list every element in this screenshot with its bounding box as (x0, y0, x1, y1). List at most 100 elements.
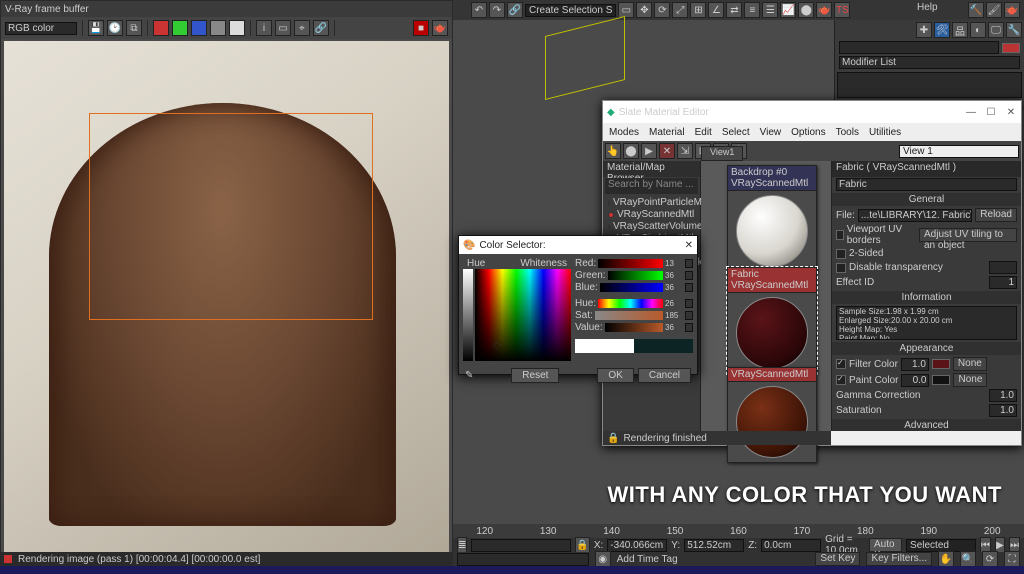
close-icon[interactable]: ✕ (685, 240, 693, 251)
undo-icon[interactable]: ↶ (471, 2, 487, 18)
redo-icon[interactable]: ↷ (489, 2, 505, 18)
gamma-spinner[interactable]: 1.0 (989, 389, 1017, 402)
stepper-icon[interactable] (685, 323, 693, 332)
hue-value[interactable]: 26 (665, 299, 683, 308)
minimize-icon[interactable]: — (965, 106, 977, 118)
orbit-icon[interactable]: ⟳ (982, 551, 998, 567)
stepper-icon[interactable] (685, 283, 693, 292)
cancel-button[interactable]: Cancel (638, 368, 691, 383)
list-item[interactable]: VRayScannedMtl (606, 209, 697, 220)
blue-channel-icon[interactable] (191, 20, 207, 36)
filter-color-checkbox[interactable] (836, 359, 846, 369)
scale-icon[interactable]: ⤢ (672, 2, 688, 18)
mono-channel-icon[interactable] (229, 20, 245, 36)
stepper-icon[interactable] (685, 311, 693, 320)
selection-set-dropdown[interactable]: Create Selection S (525, 4, 616, 17)
sme-menu-modes[interactable]: Modes (609, 127, 639, 138)
key-filters-button[interactable]: Key Filters... (866, 552, 932, 566)
hierarchy-panel-icon[interactable]: 品 (952, 22, 968, 38)
motion-panel-icon[interactable]: ◐ (970, 22, 986, 38)
timeline-ruler[interactable]: 120130140150160170180190200 (453, 524, 1024, 538)
layer-icon[interactable]: ☰ (762, 2, 778, 18)
reset-button[interactable]: Reset (511, 368, 559, 383)
paint-map-button[interactable]: None (953, 373, 987, 387)
sme-menu-tools[interactable]: Tools (836, 127, 859, 138)
ok-button[interactable]: OK (597, 368, 633, 383)
stepper-icon[interactable] (685, 299, 693, 308)
green-slider[interactable] (608, 271, 663, 280)
stepper-icon[interactable] (685, 259, 693, 268)
move-children-icon[interactable]: ⇲ (677, 143, 693, 159)
display-panel-icon[interactable]: 🖵 (988, 22, 1004, 38)
region-render-box[interactable] (89, 113, 374, 319)
add-time-tag[interactable]: Add Time Tag (617, 554, 678, 565)
vfb-titlebar[interactable]: V-Ray frame buffer (1, 1, 452, 17)
maximize-icon[interactable]: ☐ (985, 106, 997, 118)
effect-id-spinner[interactable]: 1 (989, 276, 1017, 289)
blue-value[interactable]: 36 (665, 283, 683, 292)
red-value[interactable]: 13 (665, 259, 683, 268)
sme-view-tab[interactable]: View1 (701, 146, 743, 161)
align-icon[interactable]: ≡ (744, 2, 760, 18)
cs-titlebar[interactable]: 🎨Color Selector: ✕ (459, 236, 697, 254)
render-output[interactable] (4, 41, 449, 557)
material-node-fabric[interactable]: FabricVRayScannedMtl (727, 267, 817, 374)
select-icon[interactable]: ▭ (618, 2, 634, 18)
vfb-stop-icon[interactable]: ■ (413, 20, 429, 36)
value-slider[interactable] (605, 323, 663, 332)
value-value[interactable]: 36 (665, 323, 683, 332)
maximize-viewport-icon[interactable]: ⛶ (1004, 551, 1020, 567)
region-icon[interactable]: ▭ (275, 20, 291, 36)
new-color-swatch[interactable] (634, 339, 693, 353)
delete-icon[interactable]: ✕ (659, 143, 675, 159)
section-general[interactable]: General (832, 193, 1021, 206)
eyedropper-icon[interactable]: ✎ (465, 370, 473, 381)
render-setup-icon[interactable]: 🫖 (816, 2, 832, 18)
info-icon[interactable]: i (256, 20, 272, 36)
utilities-panel-icon[interactable]: 🔧 (1006, 22, 1022, 38)
coord-x-field[interactable]: -340.066cm (607, 539, 667, 552)
filter-map-button[interactable]: None (953, 357, 987, 371)
maxscript-listener[interactable] (457, 553, 589, 566)
sme-menu-view[interactable]: View (760, 127, 782, 138)
stepper-icon[interactable] (685, 271, 693, 280)
sme-menu-select[interactable]: Select (722, 127, 750, 138)
paint-color-checkbox[interactable] (836, 375, 846, 385)
vfb-render-icon[interactable]: 🫖 (432, 20, 448, 36)
pick-material-icon[interactable]: 👆 (605, 143, 621, 159)
two-sided-checkbox[interactable] (836, 249, 846, 259)
coord-y-field[interactable]: 512.52cm (684, 539, 744, 552)
red-slider[interactable] (598, 259, 663, 268)
file-path-field[interactable]: ...te\LIBRARY\12. Fabric\Fabric_Red_S.vr… (858, 209, 972, 222)
sme-node-view[interactable]: View1 Backdrop #0VRayScannedMtl FabricVR… (701, 161, 831, 431)
assign-material-icon[interactable]: ▶ (641, 143, 657, 159)
curve-editor-icon[interactable]: 📈 (780, 2, 796, 18)
material-editor-icon[interactable]: ⬤ (798, 2, 814, 18)
paint-color-swatch[interactable] (932, 375, 950, 385)
old-color-swatch[interactable] (575, 339, 634, 353)
angle-snap-icon[interactable]: ∠ (708, 2, 724, 18)
pan-icon[interactable]: ✋ (938, 551, 954, 567)
link-icon[interactable]: 🔗 (313, 20, 329, 36)
history-icon[interactable]: 🕑 (107, 20, 123, 36)
isolate-icon[interactable]: ◉ (595, 551, 611, 567)
vray-toolbar-icon[interactable]: TS (834, 2, 850, 18)
teapot-icon[interactable]: 🫖 (1004, 2, 1020, 18)
brush-icon[interactable]: 🖌 (986, 2, 1002, 18)
track-mouse-icon[interactable]: ⌖ (294, 20, 310, 36)
sme-menu-material[interactable]: Material (649, 127, 685, 138)
create-panel-icon[interactable]: ✚ (916, 22, 932, 38)
green-channel-icon[interactable] (172, 20, 188, 36)
sat-value[interactable]: 185 (665, 311, 683, 320)
trans-spinner[interactable] (989, 261, 1017, 274)
sample-sphere-icon[interactable]: ⬤ (623, 143, 639, 159)
sme-menu-utilities[interactable]: Utilities (869, 127, 901, 138)
filter-color-swatch[interactable] (932, 359, 950, 369)
menu-help[interactable]: Help (917, 2, 938, 13)
hue-whiteness-picker[interactable]: ◇ (475, 269, 571, 361)
save-icon[interactable]: 💾 (88, 20, 104, 36)
disable-transparency-checkbox[interactable] (836, 263, 846, 273)
move-icon[interactable]: ✥ (636, 2, 652, 18)
list-item[interactable]: VRayPointParticleMtl (606, 197, 697, 208)
red-channel-icon[interactable] (153, 20, 169, 36)
